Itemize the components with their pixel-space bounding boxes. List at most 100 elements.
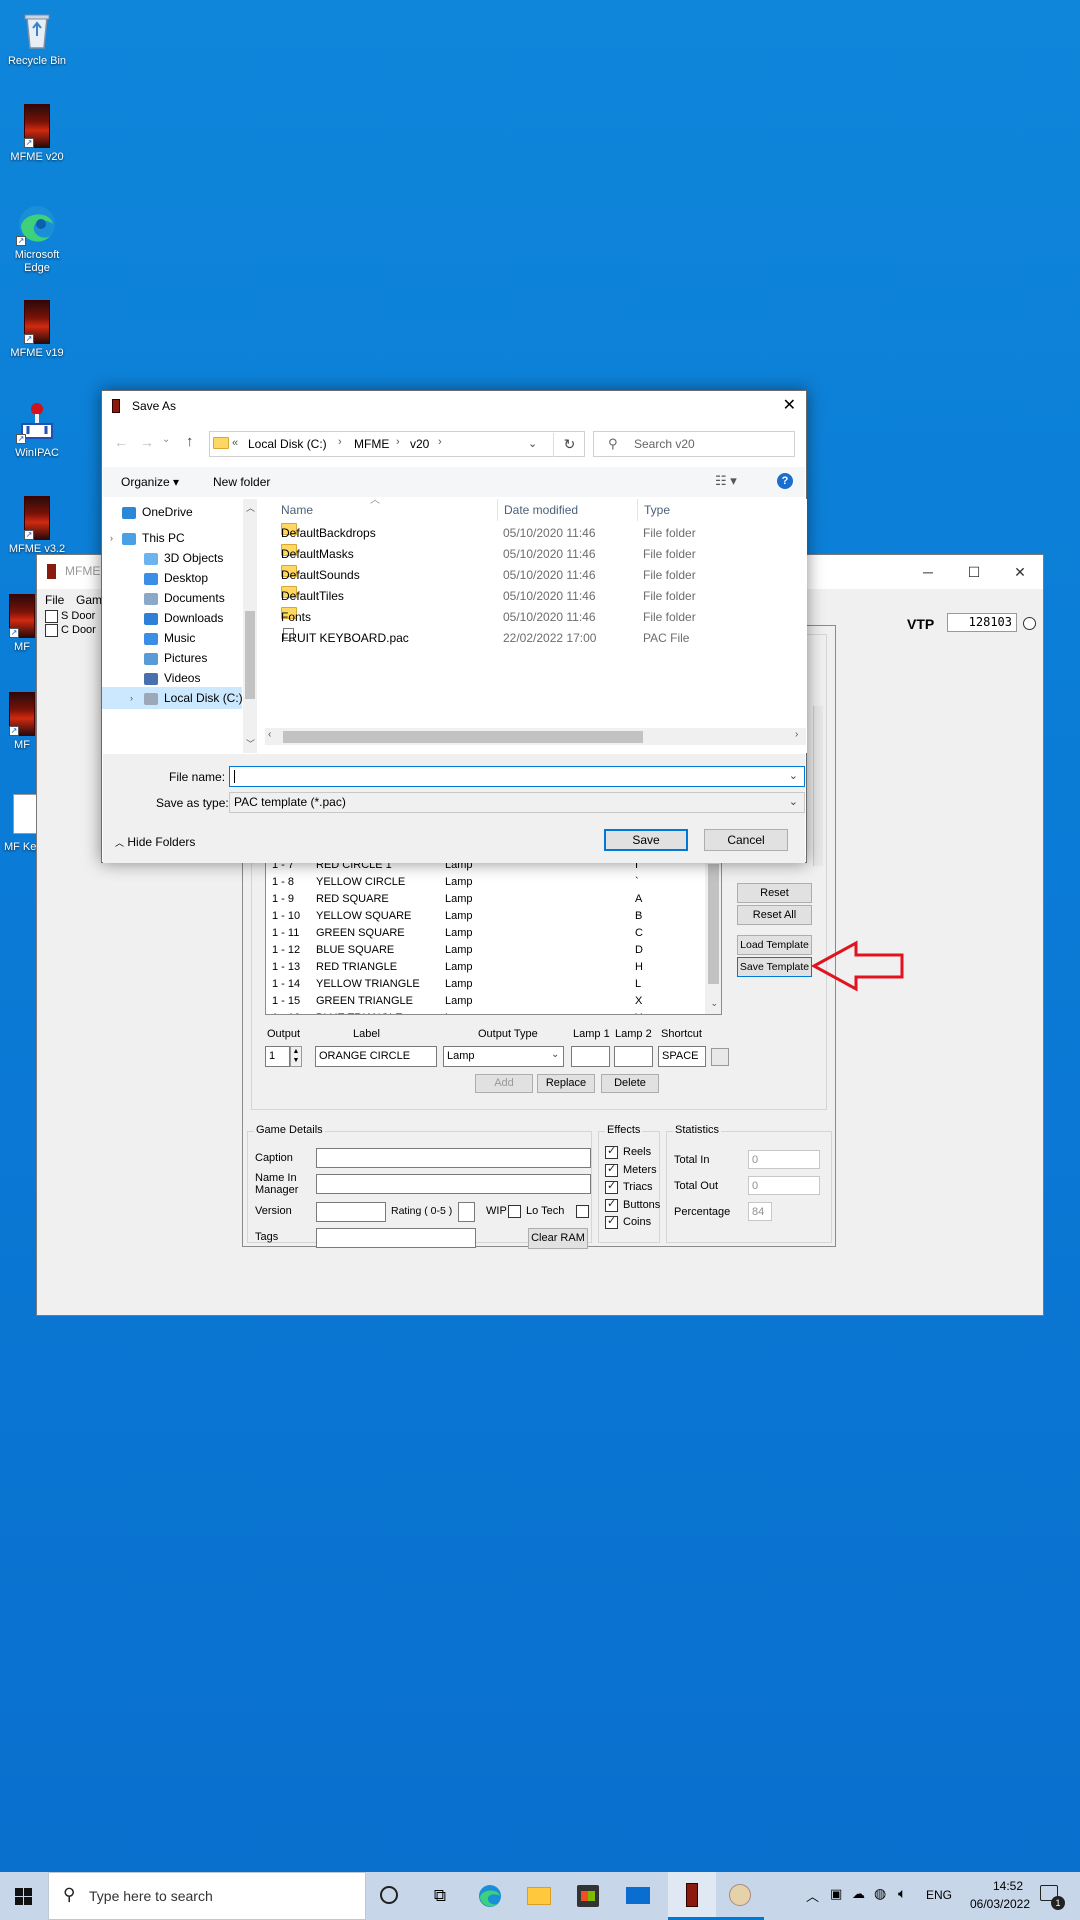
reset-button[interactable]: Reset [737,883,812,903]
address-dropdown-icon[interactable]: ⌄ [528,437,537,450]
breadcrumb-local-disk[interactable]: Local Disk (C:) [248,437,327,451]
save-button[interactable]: Save [604,829,688,851]
taskbar-search-box[interactable]: ⚲ Type here to search [48,1872,366,1920]
store-icon[interactable] [577,1885,599,1907]
rating-input[interactable] [458,1202,475,1222]
nav-item-documents[interactable]: Documents [144,587,225,609]
save-template-button[interactable]: Save Template [737,957,812,977]
version-input[interactable] [316,1202,386,1222]
nav-item-desktop[interactable]: Desktop [144,567,208,589]
chevron-down-icon[interactable]: ⌄ [789,767,798,786]
hide-folders-toggle[interactable]: ︿ Hide Folders [115,835,195,849]
scrollbar-thumb[interactable] [708,864,719,984]
meet-now-icon[interactable]: ▣ [830,1886,842,1902]
nav-item-onedrive[interactable]: OneDrive [122,501,193,523]
file-row[interactable]: FRUIT KEYBOARD.pac 22/02/2022 17:00 PAC Fi… [281,628,801,648]
save-as-type-select[interactable]: PAC template (*.pac) ⌄ [229,792,805,813]
onedrive-tray-icon[interactable]: ☁ [852,1886,865,1902]
caption-input[interactable] [316,1148,591,1168]
desktop-icon-mfme-v3-2[interactable]: ↗ MFME v3.2 [3,496,71,556]
help-icon[interactable]: ? [777,473,793,489]
wip-checkbox[interactable] [508,1205,521,1218]
column-date-modified[interactable]: Date modified [497,499,637,521]
colour-swatch[interactable] [711,1048,729,1066]
volume-icon[interactable]: 🔈︎ [898,1885,906,1902]
column-name[interactable]: Name [281,499,313,521]
scrollbar-thumb[interactable] [283,731,643,743]
forward-arrow-icon[interactable]: → [140,434,154,450]
effect-checkbox-meters[interactable] [605,1162,618,1177]
mfme-menu-file[interactable]: File [45,593,64,607]
lamp-list[interactable]: 1 - 7 RED CIRCLE 1 Lamp I 1 - 8 YELLOW CIRCLE… [265,861,722,1015]
total-out-value[interactable]: 0 [748,1176,820,1195]
file-row[interactable]: Fonts 05/10/2020 11:46 File folder [281,607,801,627]
file-list[interactable]: ︿ Name Date modified Type DefaultBackdro… [265,495,807,753]
nav-item-local-disk-c[interactable]: › Local Disk (C:) [102,687,243,709]
file-row[interactable]: DefaultMasks 05/10/2020 11:46 File folder [281,544,801,564]
breadcrumb-mfme[interactable]: MFME [354,437,389,451]
effect-checkbox-buttons[interactable] [605,1197,618,1212]
language-indicator[interactable]: ENG [926,1888,952,1902]
dialog-close-icon[interactable]: ✕ [783,395,796,415]
file-name-input[interactable]: ⌄ [229,766,805,787]
nav-item-videos[interactable]: Videos [144,667,200,689]
up-arrow-icon[interactable]: ↑ [186,433,194,450]
scrollbar-thumb[interactable] [245,611,255,699]
effect-checkbox-reels[interactable] [605,1144,618,1159]
mfme-taskbar-button[interactable] [668,1872,716,1920]
load-template-button[interactable]: Load Template [737,935,812,955]
expand-chevron-icon[interactable]: › [130,687,133,709]
file-row[interactable]: DefaultSounds 05/10/2020 11:46 File folder [281,565,801,585]
close-button[interactable]: ✕ [997,555,1043,589]
search-box[interactable]: ⚲ Search v20 [593,431,795,457]
output-type-select[interactable]: Lamp [443,1046,564,1067]
label-input[interactable]: ORANGE CIRCLE [315,1046,437,1067]
view-options-icon[interactable]: ☷ ▾ [715,473,737,489]
name-in-manager-input[interactable] [316,1174,591,1194]
tags-input[interactable] [316,1228,476,1248]
save-as-titlebar[interactable]: Save As ✕ [102,391,806,421]
edge-taskbar-icon[interactable] [478,1884,502,1908]
expand-chevron-icon[interactable]: › [110,527,113,549]
shortcut-input[interactable]: SPACE [658,1046,706,1067]
replace-button[interactable]: Replace [537,1074,595,1093]
paint-taskbar-button[interactable] [716,1872,764,1920]
nav-item-this-pc[interactable]: › This PC [110,527,185,549]
scroll-left-icon[interactable]: ‹ [268,729,271,740]
nav-item-music[interactable]: Music [144,627,195,649]
effect-checkbox-coins[interactable] [605,1214,618,1229]
task-view-icon[interactable]: ⧉ [428,1884,452,1908]
address-bar[interactable]: « Local Disk (C:) › MFME › v20 › ⌄ ↻ [209,431,585,457]
file-explorer-icon[interactable] [527,1887,551,1905]
scroll-down-icon[interactable]: ﹀ [246,737,255,750]
minimize-button[interactable]: ─ [905,555,951,589]
breadcrumb-v20[interactable]: v20 [410,437,429,451]
network-icon[interactable]: ◍ [874,1885,886,1902]
navigation-pane[interactable]: OneDrive › This PC 3D Objects Desktop Documen… [102,499,258,753]
nav-item-pictures[interactable]: Pictures [144,647,207,669]
lamp1-input[interactable] [571,1046,610,1067]
organize-button[interactable]: Organize ▾ [121,475,179,489]
mail-icon[interactable] [626,1887,650,1904]
desktop-icon-edge[interactable]: ↗ Microsoft Edge [3,202,71,275]
start-button[interactable] [0,1872,48,1920]
back-arrow-icon[interactable]: ← [114,434,128,450]
cortana-icon[interactable] [380,1886,398,1904]
total-in-value[interactable]: 0 [748,1150,820,1169]
scroll-right-icon[interactable]: › [795,729,798,740]
scroll-up-icon[interactable]: ︿ [246,501,255,514]
column-type[interactable]: Type [637,499,757,521]
output-stepper[interactable]: 1 [265,1046,290,1067]
clock-time[interactable]: 14:52 [980,1879,1036,1893]
reset-all-button[interactable]: Reset All [737,905,812,925]
lamp2-input[interactable] [614,1046,653,1067]
clock-date[interactable]: 06/03/2022 [962,1897,1038,1911]
cancel-button[interactable]: Cancel [704,829,788,851]
file-row[interactable]: DefaultTiles 05/10/2020 11:46 File folder [281,586,801,606]
desktop-icon-winipac[interactable]: ↗ WinIPAC [3,400,71,460]
delete-button[interactable]: Delete [601,1074,659,1093]
effect-checkbox-triacs[interactable] [605,1179,618,1194]
recent-chevron-icon[interactable]: ⌄ [162,434,170,445]
new-folder-button[interactable]: New folder [213,475,270,489]
maximize-button[interactable]: ☐ [951,555,997,589]
